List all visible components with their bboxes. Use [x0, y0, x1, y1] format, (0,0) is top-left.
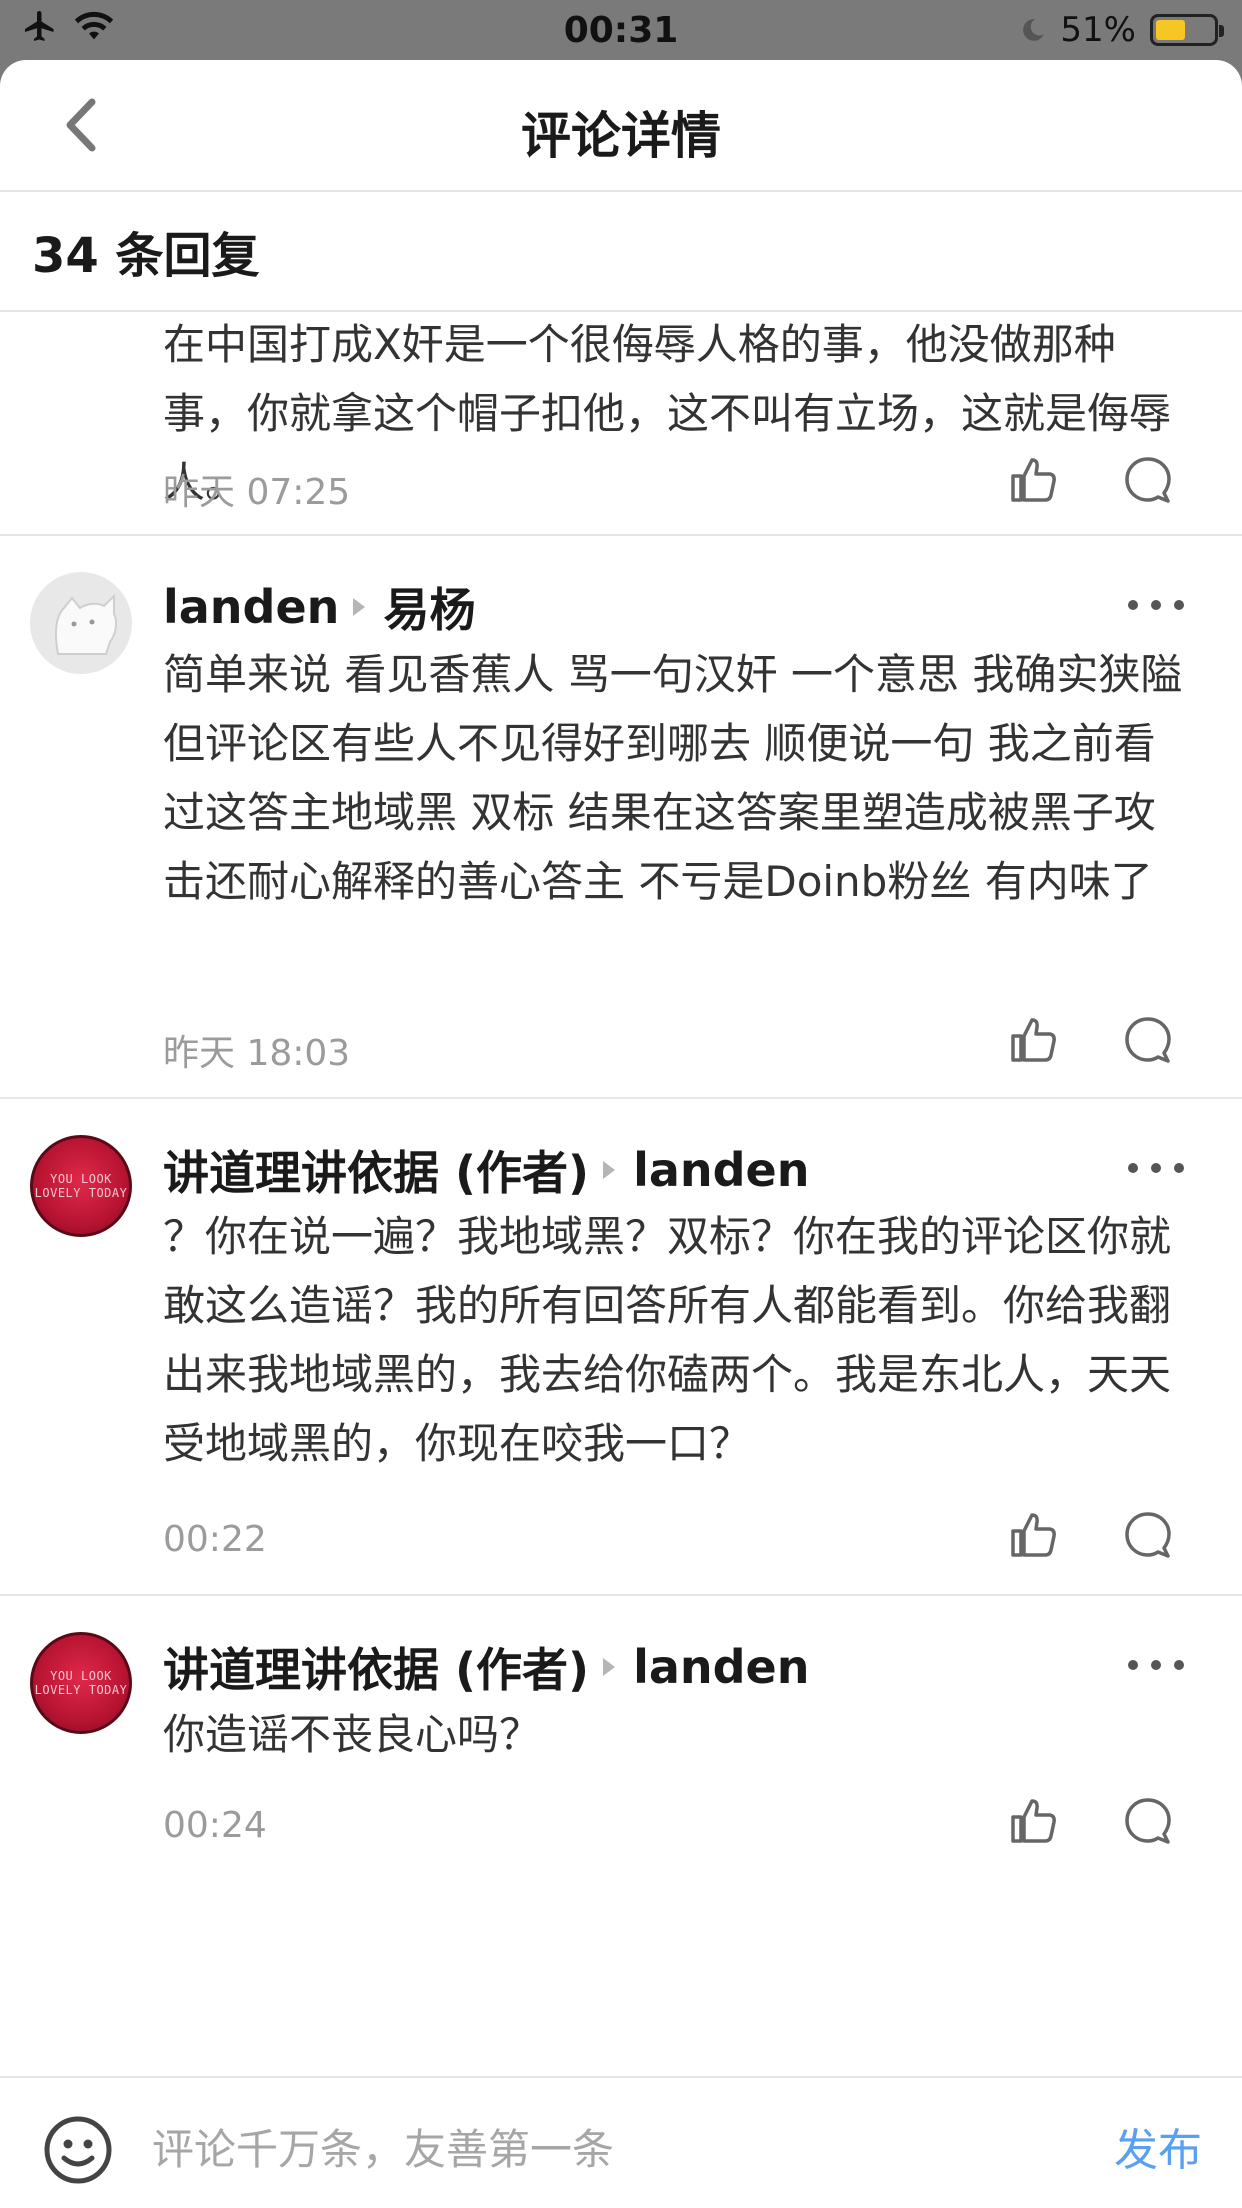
- comment-header: 讲道理讲依据 (作者) landen: [163, 1634, 810, 1700]
- reply-arrow-icon: [603, 1161, 616, 1179]
- page-title: 评论详情: [521, 107, 721, 165]
- reply-bubble-icon[interactable]: [1122, 1014, 1174, 1066]
- avatar[interactable]: YOU LOOK LOVELY TODAY: [30, 1632, 132, 1734]
- reply-bubble-icon[interactable]: [1122, 1509, 1174, 1561]
- comment-text: 你造谣不丧良心吗？: [163, 1710, 542, 1759]
- moon-icon: [1023, 19, 1045, 41]
- thumbs-up-icon[interactable]: [1008, 1509, 1060, 1561]
- comment-time: 00:24: [163, 1805, 267, 1846]
- reply-arrow-icon: [353, 598, 366, 616]
- thumbs-up-icon[interactable]: [1008, 1795, 1060, 1847]
- avatar[interactable]: YOU LOOK LOVELY TODAY: [30, 1135, 132, 1237]
- thumbs-up-icon[interactable]: [1008, 1014, 1060, 1066]
- reply-to-name[interactable]: 易杨: [383, 574, 475, 640]
- comment-time: 昨天 18:03: [163, 1033, 351, 1074]
- status-bar: 00:31 51%: [0, 0, 1242, 60]
- comment-item: YOU LOOK LOVELY TODAY 讲道理讲依据 (作者) landen…: [0, 1596, 1242, 1976]
- battery-percent: 51%: [1060, 10, 1136, 50]
- avatar-text: YOU LOOK LOVELY TODAY: [34, 1669, 128, 1697]
- comment-input-bar: 评论千万条，友善第一条 发布: [0, 2076, 1242, 2208]
- author-name[interactable]: 讲道理讲依据 (作者): [163, 1137, 589, 1203]
- author-name[interactable]: landen: [163, 580, 339, 634]
- comment-item: 在中国打成X奸是一个很侮辱人格的事，他没做那种事，你就拿这个帽子扣他，这不叫有立…: [0, 312, 1242, 536]
- author-name[interactable]: 讲道理讲依据 (作者): [163, 1634, 589, 1700]
- battery-icon: [1150, 14, 1224, 46]
- more-options-icon[interactable]: [1128, 1660, 1184, 1674]
- more-options-icon[interactable]: [1128, 600, 1184, 614]
- reply-count-bar: 34 条回复: [0, 192, 1242, 312]
- comment-text: ？你在说一遍？我地域黑？双标？你在我的评论区你就敢这么造谣？我的所有回答所有人都…: [163, 1212, 1172, 1468]
- comment-time: 00:22: [163, 1519, 267, 1560]
- avatar[interactable]: [30, 572, 132, 674]
- more-options-icon[interactable]: [1128, 1163, 1184, 1177]
- nav-bar: 评论详情: [0, 60, 1242, 192]
- comment-item: YOU LOOK LOVELY TODAY 讲道理讲依据 (作者) landen…: [0, 1099, 1242, 1596]
- comment-item: landen 易杨 简单来说 看见香蕉人 骂一句汉奸 一个意思 我确实狭隘 但评…: [0, 536, 1242, 1099]
- comment-text: 简单来说 看见香蕉人 骂一句汉奸 一个意思 我确实狭隘 但评论区有些人不见得好到…: [163, 650, 1183, 906]
- status-right: 51%: [1020, 10, 1224, 50]
- send-button[interactable]: 发布: [1114, 2114, 1202, 2178]
- comment-header: 讲道理讲依据 (作者) landen: [163, 1137, 810, 1203]
- reply-arrow-icon: [603, 1658, 616, 1676]
- dog-avatar-icon: [55, 593, 118, 655]
- reply-to-name[interactable]: landen: [633, 1143, 809, 1197]
- reply-bubble-icon[interactable]: [1122, 1795, 1174, 1847]
- avatar-text: YOU LOOK LOVELY TODAY: [34, 1172, 128, 1200]
- comment-header: landen 易杨: [163, 574, 475, 640]
- emoji-icon[interactable]: [42, 2114, 114, 2186]
- comment-list: 在中国打成X奸是一个很侮辱人格的事，他没做那种事，你就拿这个帽子扣他，这不叫有立…: [0, 312, 1242, 1976]
- reply-count: 34 条回复: [32, 228, 260, 284]
- comment-detail-sheet: 评论详情 34 条回复 在中国打成X奸是一个很侮辱人格的事，他没做那种事，你就拿…: [0, 60, 1242, 2208]
- thumbs-up-icon[interactable]: [1008, 454, 1060, 506]
- comment-time: 昨天 07:25: [163, 472, 351, 513]
- reply-bubble-icon[interactable]: [1122, 454, 1174, 506]
- comment-input[interactable]: 评论千万条，友善第一条: [152, 2116, 614, 2177]
- reply-to-name[interactable]: landen: [633, 1640, 809, 1694]
